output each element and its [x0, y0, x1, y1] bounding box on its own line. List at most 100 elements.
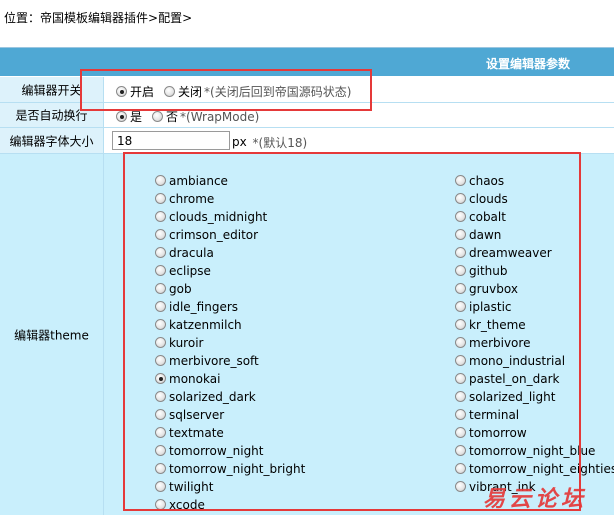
theme-radio[interactable] — [155, 445, 166, 456]
theme-option-dracula[interactable]: dracula — [155, 245, 214, 260]
theme-option-chaos[interactable]: chaos — [455, 173, 504, 188]
theme-radio[interactable] — [455, 193, 466, 204]
theme-radio[interactable] — [155, 301, 166, 312]
theme-radio[interactable] — [455, 301, 466, 312]
theme-option-kuroir[interactable]: kuroir — [155, 335, 203, 350]
theme-radio[interactable] — [455, 481, 466, 492]
theme-option-github[interactable]: github — [455, 263, 507, 278]
theme-option-label: iplastic — [469, 299, 512, 314]
theme-option-textmate[interactable]: textmate — [155, 425, 224, 440]
theme-radio[interactable] — [455, 427, 466, 438]
theme-radio[interactable] — [455, 409, 466, 420]
theme-option-label: tomorrow_night_eighties — [469, 461, 614, 476]
theme-radio[interactable] — [455, 175, 466, 186]
theme-option-gruvbox[interactable]: gruvbox — [455, 281, 518, 296]
theme-radio[interactable] — [455, 355, 466, 366]
theme-radio[interactable] — [155, 229, 166, 240]
theme-radio[interactable] — [155, 193, 166, 204]
theme-radio[interactable] — [155, 337, 166, 348]
theme-option-twilight[interactable]: twilight — [155, 479, 213, 494]
theme-option-label: merbivore — [469, 335, 531, 350]
auto-wrap-no-radio[interactable] — [152, 111, 163, 122]
theme-radio[interactable] — [155, 247, 166, 258]
auto-wrap-row: 是否自动换行 是 否 *(WrapMode) — [0, 103, 614, 128]
auto-wrap-no-label: 否 — [166, 110, 179, 124]
theme-radio[interactable] — [155, 283, 166, 294]
auto-wrap-no-option[interactable]: 否 *(WrapMode) — [152, 108, 259, 125]
theme-option-dawn[interactable]: dawn — [455, 227, 501, 242]
theme-option-iplastic[interactable]: iplastic — [455, 299, 512, 314]
theme-option-gob[interactable]: gob — [155, 281, 192, 296]
theme-radio[interactable] — [455, 283, 466, 294]
theme-radio[interactable] — [455, 319, 466, 330]
theme-radio[interactable] — [455, 445, 466, 456]
theme-option-mono-industrial[interactable]: mono_industrial — [455, 353, 565, 368]
auto-wrap-label-cell: 是否自动换行 — [0, 103, 104, 128]
editor-switch-on-option[interactable]: 开启 — [116, 83, 154, 100]
theme-option-tomorrow-night-blue[interactable]: tomorrow_night_blue — [455, 443, 595, 458]
theme-radio[interactable] — [455, 463, 466, 474]
auto-wrap-value-cell: 是 否 *(WrapMode) — [104, 103, 614, 128]
theme-radio[interactable] — [455, 373, 466, 384]
theme-option-solarized-dark[interactable]: solarized_dark — [155, 389, 256, 404]
theme-option-pastel-on-dark[interactable]: pastel_on_dark — [455, 371, 559, 386]
theme-option-dreamweaver[interactable]: dreamweaver — [455, 245, 552, 260]
theme-option-monokai[interactable]: monokai — [155, 371, 220, 386]
theme-option-label: tomorrow_night_blue — [469, 443, 596, 458]
theme-option-cobalt[interactable]: cobalt — [455, 209, 506, 224]
editor-switch-off-option[interactable]: 关闭 *(关闭后回到帝国源码状态) — [164, 83, 351, 100]
theme-option-solarized-light[interactable]: solarized_light — [455, 389, 555, 404]
theme-option-kr-theme[interactable]: kr_theme — [455, 317, 526, 332]
theme-option-label: terminal — [469, 407, 520, 422]
theme-radio[interactable] — [155, 211, 166, 222]
auto-wrap-hint: *(WrapMode) — [180, 109, 260, 124]
theme-option-label: textmate — [169, 425, 224, 440]
theme-option-sqlserver[interactable]: sqlserver — [155, 407, 224, 422]
theme-option-crimson-editor[interactable]: crimson_editor — [155, 227, 258, 242]
theme-option-terminal[interactable]: terminal — [455, 407, 519, 422]
font-size-input[interactable] — [112, 131, 230, 150]
theme-radio[interactable] — [155, 319, 166, 330]
theme-radio[interactable] — [155, 481, 166, 492]
theme-option-idle-fingers[interactable]: idle_fingers — [155, 299, 238, 314]
auto-wrap-yes-radio[interactable] — [116, 111, 127, 122]
editor-switch-on-radio[interactable] — [116, 86, 127, 97]
theme-option-clouds-midnight[interactable]: clouds_midnight — [155, 209, 267, 224]
auto-wrap-yes-option[interactable]: 是 — [116, 108, 142, 125]
theme-option-merbivore[interactable]: merbivore — [455, 335, 530, 350]
theme-radio[interactable] — [155, 355, 166, 366]
theme-radio[interactable] — [155, 409, 166, 420]
breadcrumb-config-link[interactable]: 配置 — [158, 11, 182, 25]
theme-radio[interactable] — [455, 391, 466, 402]
theme-option-merbivore-soft[interactable]: merbivore_soft — [155, 353, 259, 368]
theme-radio[interactable] — [155, 391, 166, 402]
theme-radio[interactable] — [155, 373, 166, 384]
font-size-hint: *(默认18) — [252, 136, 308, 150]
theme-radio[interactable] — [455, 211, 466, 222]
theme-radio[interactable] — [155, 463, 166, 474]
breadcrumb-plugin-link[interactable]: 帝国模板编辑器插件 — [40, 11, 148, 25]
editor-switch-off-radio[interactable] — [164, 86, 175, 97]
theme-option-tomorrow[interactable]: tomorrow — [455, 425, 527, 440]
theme-radio[interactable] — [155, 499, 166, 510]
theme-option-label: mono_industrial — [469, 353, 566, 368]
theme-option-label: dracula — [169, 245, 214, 260]
theme-option-chrome[interactable]: chrome — [155, 191, 214, 206]
theme-radio[interactable] — [455, 247, 466, 258]
theme-option-katzenmilch[interactable]: katzenmilch — [155, 317, 242, 332]
theme-radio[interactable] — [155, 427, 166, 438]
theme-option-clouds[interactable]: clouds — [455, 191, 508, 206]
theme-radio[interactable] — [455, 265, 466, 276]
theme-radio[interactable] — [455, 229, 466, 240]
theme-option-tomorrow-night[interactable]: tomorrow_night — [155, 443, 264, 458]
theme-option-xcode[interactable]: xcode — [155, 497, 205, 512]
theme-option-tomorrow-night-eighties[interactable]: tomorrow_night_eighties — [455, 461, 614, 476]
theme-radio[interactable] — [455, 337, 466, 348]
theme-option-label: merbivore_soft — [169, 353, 259, 368]
theme-option-eclipse[interactable]: eclipse — [155, 263, 211, 278]
theme-option-tomorrow-night-bright[interactable]: tomorrow_night_bright — [155, 461, 305, 476]
theme-radio[interactable] — [155, 265, 166, 276]
theme-option-label: monokai — [169, 371, 221, 386]
theme-radio[interactable] — [155, 175, 166, 186]
theme-option-ambiance[interactable]: ambiance — [155, 173, 228, 188]
